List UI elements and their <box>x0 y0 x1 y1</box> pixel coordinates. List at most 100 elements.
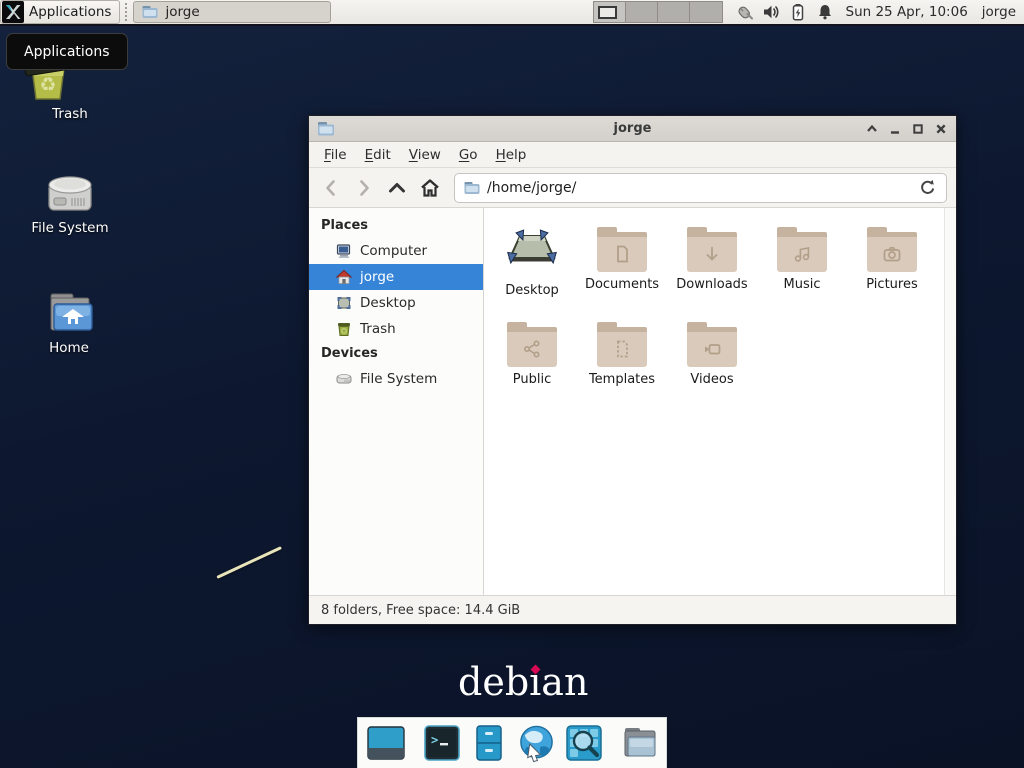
input-device-icon[interactable] <box>735 3 753 21</box>
template-emblem-icon <box>612 339 632 359</box>
back-icon[interactable] <box>318 175 344 201</box>
shade-icon[interactable] <box>865 122 879 136</box>
file-item-videos[interactable]: Videos <box>668 317 756 412</box>
file-item-documents[interactable]: Documents <box>578 222 666 317</box>
download-emblem-icon <box>702 244 722 264</box>
toolbar: /home/jorge/ <box>309 168 956 208</box>
top-panel: Applications jorge <box>0 0 1024 26</box>
reload-icon[interactable] <box>917 178 937 198</box>
workspace-3[interactable] <box>658 2 690 22</box>
sidebar-item-label: Computer <box>360 243 427 259</box>
maximize-icon[interactable] <box>911 122 925 136</box>
taskbar-window-button[interactable]: jorge <box>133 1 331 23</box>
web-browser-icon[interactable] <box>517 724 556 763</box>
menu-view[interactable]: View <box>402 145 448 165</box>
desktop-icon-label: Home <box>9 340 129 356</box>
files-area: Desktop Documents <box>484 208 956 595</box>
panel-handle <box>125 3 130 21</box>
folder-icon <box>142 5 158 19</box>
dock: > <box>357 717 667 768</box>
desktop-icon-label: Trash <box>10 106 130 122</box>
menu-go[interactable]: Go <box>452 145 485 165</box>
minimize-icon[interactable] <box>888 122 902 136</box>
svg-text:♻: ♻ <box>39 74 56 96</box>
file-item-desktop[interactable]: Desktop <box>488 222 576 317</box>
camera-emblem-icon <box>882 244 902 264</box>
statusbar: 8 folders, Free space: 14.4 GiB <box>309 595 956 624</box>
cursor-line <box>216 546 282 579</box>
panel-username: jorge <box>982 4 1016 20</box>
up-icon[interactable] <box>384 175 410 201</box>
menu-help[interactable]: Help <box>489 145 534 165</box>
debian-logo-i: ı <box>529 660 541 704</box>
sidebar-item-desktop[interactable]: Desktop <box>309 290 483 316</box>
workspace-4[interactable] <box>690 2 722 22</box>
volume-icon[interactable] <box>762 3 780 21</box>
desktop-icon-home[interactable]: Home <box>9 284 129 356</box>
window-controls <box>865 122 948 136</box>
sidebar-item-jorge[interactable]: jorge <box>309 264 483 290</box>
taskbar-window-label: jorge <box>165 4 199 20</box>
titlebar[interactable]: jorge <box>309 116 956 142</box>
path-text: /home/jorge/ <box>487 180 910 196</box>
workspace-1[interactable] <box>594 2 626 22</box>
sidebar-item-file-system[interactable]: File System <box>309 366 483 392</box>
svg-text:>: > <box>431 733 438 747</box>
file-label: Documents <box>578 277 666 292</box>
workspace-pager <box>593 1 723 23</box>
folder-icon <box>597 232 647 272</box>
share-emblem-icon <box>522 339 542 359</box>
debian-logo: debıan <box>458 660 588 704</box>
music-emblem-icon <box>792 244 812 264</box>
file-item-music[interactable]: Music <box>758 222 846 317</box>
file-item-pictures[interactable]: Pictures <box>848 222 936 317</box>
sidebar-item-computer[interactable]: Computer <box>309 238 483 264</box>
terminal-icon[interactable]: > <box>423 724 461 763</box>
file-label: Public <box>488 372 576 387</box>
workspace-2[interactable] <box>626 2 658 22</box>
window-title: jorge <box>309 121 956 136</box>
forward-icon[interactable] <box>351 175 377 201</box>
panel-clock[interactable]: Sun 25 Apr, 10:06 <box>846 4 968 20</box>
applications-menu-button[interactable]: Applications <box>0 0 120 24</box>
file-label: Music <box>758 277 846 292</box>
menu-edit[interactable]: Edit <box>358 145 398 165</box>
home-folder-icon <box>44 290 94 336</box>
battery-charging-icon[interactable] <box>789 3 807 21</box>
applications-menu-logo-icon <box>2 1 24 23</box>
sidebar-item-label: File System <box>360 371 437 387</box>
debian-logo-text: deb <box>458 660 529 704</box>
desktop-icon <box>336 295 352 311</box>
sidebar-item-label: Desktop <box>360 295 416 311</box>
window-folder-icon <box>317 121 335 137</box>
file-label: Videos <box>668 372 756 387</box>
computer-icon <box>336 243 352 259</box>
directory-menu-icon[interactable] <box>621 724 659 763</box>
system-tray <box>735 3 834 21</box>
files-grid: Desktop Documents <box>487 222 956 412</box>
file-cabinet-icon[interactable] <box>470 724 508 763</box>
file-item-downloads[interactable]: Downloads <box>668 222 756 317</box>
desktop-icon-file-system[interactable]: File System <box>10 164 130 236</box>
path-entry[interactable]: /home/jorge/ <box>454 173 947 203</box>
file-item-public[interactable]: Public <box>488 317 576 412</box>
video-emblem-icon <box>702 339 722 359</box>
file-label: Downloads <box>668 277 756 292</box>
close-icon[interactable] <box>934 122 948 136</box>
sidebar-item-label: Trash <box>360 321 396 337</box>
sidebar-item-trash[interactable]: Trash <box>309 316 483 342</box>
document-emblem-icon <box>612 244 632 264</box>
tooltip-text: Applications <box>24 44 110 60</box>
show-desktop-icon[interactable] <box>367 724 405 763</box>
scrollbar[interactable] <box>944 208 956 595</box>
window-body: Places Computer jorge <box>309 208 956 595</box>
notifications-bell-icon[interactable] <box>816 3 834 21</box>
sidebar-header-devices: Devices <box>309 342 483 366</box>
file-item-templates[interactable]: Templates <box>578 317 666 412</box>
home-icon[interactable] <box>417 175 443 201</box>
menu-file[interactable]: File <box>317 145 354 165</box>
path-folder-icon <box>464 181 480 195</box>
desktop-icon-label: File System <box>10 220 130 236</box>
app-finder-icon[interactable] <box>565 724 603 763</box>
file-label: Desktop <box>488 283 576 298</box>
